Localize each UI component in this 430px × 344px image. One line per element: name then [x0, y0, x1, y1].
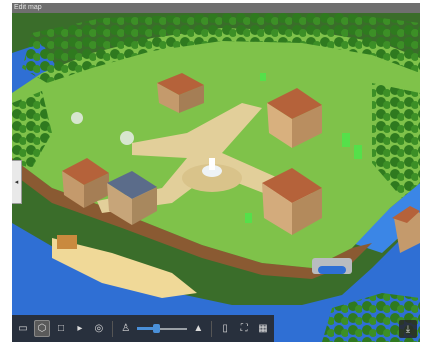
export-button[interactable]: ⤓	[399, 320, 417, 338]
chimney-smoke	[71, 112, 83, 124]
view-toolbar: ▭ ⬡ □ ▸ ◎ ♙ ▲ ▯ ⛶ ▦	[12, 315, 274, 342]
person-pin-icon[interactable]: ♙	[118, 320, 134, 337]
window-title: Edit map	[12, 3, 420, 13]
map-viewport[interactable]	[12, 13, 420, 342]
green-block	[342, 133, 350, 147]
green-block	[245, 213, 252, 223]
target-icon[interactable]: ◎	[91, 320, 107, 337]
square-icon[interactable]: □	[53, 320, 69, 337]
toolbar-divider	[211, 320, 213, 337]
chimney-smoke	[120, 131, 134, 145]
wooden-dock	[57, 235, 77, 249]
mountain-icon[interactable]: ▲	[190, 320, 206, 337]
chevron-left-icon: ◂	[14, 179, 19, 186]
zoom-slider-thumb[interactable]	[152, 324, 160, 333]
camera-icon[interactable]: ▭	[15, 320, 31, 337]
grid-icon[interactable]: ▦	[255, 320, 271, 337]
editor-window: Edit map ◂ ▭ ⬡ □ ▸ ◎ ♙ ▲ ▯ ⛶ ▦ ⤓	[12, 3, 420, 342]
stone-bridge	[312, 258, 352, 274]
green-block	[260, 73, 266, 81]
fullscreen-icon[interactable]: ⛶	[236, 320, 252, 337]
toolbar-divider	[111, 320, 113, 337]
voxel-scene[interactable]	[12, 13, 420, 342]
zoom-slider[interactable]	[136, 320, 188, 337]
arrow-right-bar-icon[interactable]: ▸	[72, 320, 88, 337]
phone-icon[interactable]: ▯	[217, 320, 233, 337]
side-panel-toggle[interactable]: ◂	[12, 160, 22, 204]
cube-icon[interactable]: ⬡	[33, 320, 50, 337]
export-tray-icon: ⤓	[405, 323, 411, 335]
green-block	[354, 145, 362, 159]
